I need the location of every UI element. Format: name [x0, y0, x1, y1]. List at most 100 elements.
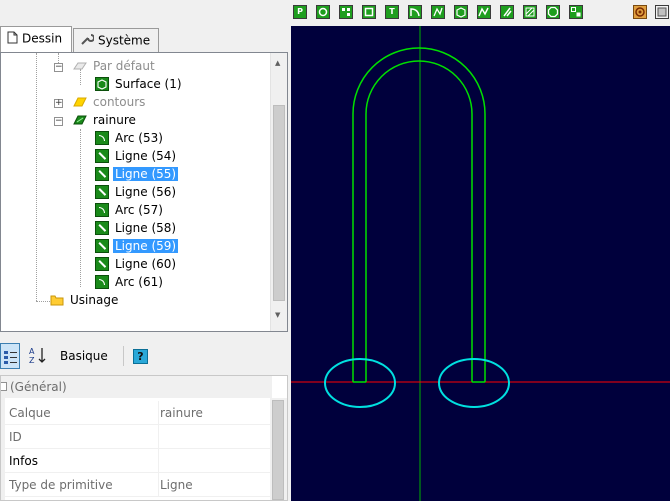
property-name: Type de primitive — [9, 478, 113, 492]
toolbar-point-button[interactable]: P — [293, 5, 307, 19]
property-row-type-de-primitive[interactable]: Type de primitive Ligne — [1, 473, 272, 497]
toolbar-machining-button[interactable] — [633, 5, 647, 19]
property-name: Calque — [9, 406, 51, 420]
toolbar-grid-button[interactable] — [569, 5, 583, 19]
tree-node-ligne-55[interactable]: Ligne (55) — [95, 166, 179, 183]
toolbar-polygon-button[interactable] — [546, 5, 560, 19]
tree-node-arc-57[interactable]: Arc (57) — [95, 202, 165, 219]
property-name: ID — [9, 430, 22, 444]
tree-node-rainure[interactable]: rainure — [73, 112, 138, 129]
toolbar-points-button[interactable] — [339, 5, 353, 19]
line-icon — [95, 239, 109, 253]
property-row-id[interactable]: ID — [1, 425, 272, 449]
toolbar-rectangle-button[interactable] — [362, 5, 376, 19]
arc-icon — [95, 131, 109, 145]
groove-outer-contour[interactable] — [352, 47, 486, 382]
category-label: (Général) — [10, 380, 67, 394]
wrench-icon — [80, 33, 95, 49]
tree-node-label: Ligne (56) — [115, 185, 177, 199]
help-button[interactable]: ? — [133, 349, 148, 364]
tree-connector — [80, 129, 81, 287]
groove-inner-contour[interactable] — [365, 60, 473, 382]
svg-text:Z: Z — [29, 356, 35, 365]
tree-node-label: Ligne (55) — [113, 167, 179, 181]
tree-node-label: Arc (53) — [115, 131, 163, 145]
categorized-icon — [1, 351, 19, 371]
tree-node-label: Surface (1) — [115, 77, 182, 91]
line-icon — [95, 167, 109, 181]
toolbar-settings-button[interactable] — [655, 5, 669, 19]
tree-node-arc-53[interactable]: Arc (53) — [95, 130, 165, 147]
categorized-button[interactable] — [0, 343, 20, 369]
property-value[interactable]: rainure — [160, 401, 203, 425]
tab-systeme-label: Système — [98, 33, 151, 48]
tree-node-label: Arc (61) — [115, 275, 163, 289]
surface-icon — [95, 77, 109, 91]
tab-dessin[interactable]: Dessin — [0, 26, 72, 52]
property-separator — [158, 401, 159, 425]
property-row-infos[interactable]: Infos — [1, 449, 272, 473]
toolbar-spline-button[interactable] — [477, 5, 491, 19]
toolbar-circle-button[interactable] — [316, 5, 330, 19]
toolbar-arc-button[interactable] — [408, 5, 422, 19]
toolbar-surface-button[interactable] — [454, 5, 468, 19]
tree-node-ligne-60[interactable]: Ligne (60) — [95, 256, 178, 273]
property-name: Infos — [9, 454, 38, 468]
tree-node-label: Arc (57) — [115, 203, 163, 217]
tree-node-arc-61[interactable]: Arc (61) — [95, 274, 165, 291]
tree-node-contours[interactable]: contours — [73, 94, 147, 111]
tree-expander[interactable]: + — [54, 99, 63, 108]
tree-node-label: Ligne (54) — [115, 149, 177, 163]
toolbar-divider — [123, 346, 124, 366]
document-icon — [7, 31, 18, 47]
layer-icon — [73, 113, 87, 127]
scroll-down-arrow-icon[interactable]: ▼ — [275, 311, 280, 319]
drawing-canvas[interactable] — [291, 26, 670, 501]
toolbar-point-label: P — [297, 7, 303, 16]
tree-connector — [36, 301, 50, 302]
property-separator — [158, 425, 159, 449]
property-separator — [158, 449, 159, 473]
basique-button[interactable]: Basique — [60, 343, 108, 369]
toolbar-offset-button[interactable] — [500, 5, 514, 19]
tree-expander[interactable]: − — [54, 117, 63, 126]
property-row-calque[interactable]: Calque rainure — [1, 401, 272, 425]
tree-node-label: Ligne (60) — [115, 257, 177, 271]
tree-node-label: Usinage — [70, 293, 119, 307]
property-scroll-thumb[interactable] — [272, 400, 284, 500]
scroll-thumb[interactable] — [273, 105, 285, 301]
tab-systeme[interactable]: Système — [73, 28, 159, 52]
tree-node-label: rainure — [93, 113, 136, 127]
tree-node-ligne-59[interactable]: Ligne (59) — [95, 238, 179, 255]
tree-node-surface[interactable]: Surface (1) — [95, 76, 184, 93]
toolbar-hatch-button[interactable] — [523, 5, 537, 19]
tree-expander[interactable]: − — [54, 63, 63, 72]
tab-bar: Dessin Système — [0, 26, 290, 52]
layer-icon — [73, 95, 87, 109]
drawing-tree: − Par défaut Surface (1) + contours − ra… — [0, 52, 288, 332]
sort-az-button[interactable]: AZ — [28, 343, 50, 369]
scroll-up-arrow-icon[interactable]: ▲ — [275, 59, 280, 67]
property-value[interactable]: Ligne — [160, 473, 193, 497]
tab-dessin-label: Dessin — [22, 31, 63, 46]
property-scrollbar[interactable] — [270, 398, 287, 500]
category-collapse-icon[interactable] — [1, 382, 7, 391]
selection-circle-left[interactable] — [324, 358, 396, 408]
toolbar-polyline-button[interactable] — [431, 5, 445, 19]
arc-icon — [95, 203, 109, 217]
tree-scrollbar[interactable]: ▲ ▼ — [270, 53, 287, 331]
tree-node-label: contours — [93, 95, 146, 109]
layer-icon — [73, 59, 87, 73]
tree-node-ligne-56[interactable]: Ligne (56) — [95, 184, 178, 201]
tree-node-par-defaut[interactable]: Par défaut — [73, 58, 157, 75]
tree-node-usinage[interactable]: Usinage — [50, 292, 120, 309]
tree-node-label: Ligne (59) — [113, 239, 179, 253]
tree-node-ligne-58[interactable]: Ligne (58) — [95, 220, 178, 237]
selection-circle-right[interactable] — [438, 358, 510, 408]
property-grid: (Général) Calque rainure ID Infos Type d… — [0, 375, 288, 501]
top-toolbar: P T — [0, 0, 670, 26]
toolbar-text-button[interactable]: T — [385, 5, 399, 19]
property-category-general[interactable]: (Général) — [1, 376, 272, 398]
tree-node-ligne-54[interactable]: Ligne (54) — [95, 148, 178, 165]
folder-icon — [50, 293, 64, 307]
